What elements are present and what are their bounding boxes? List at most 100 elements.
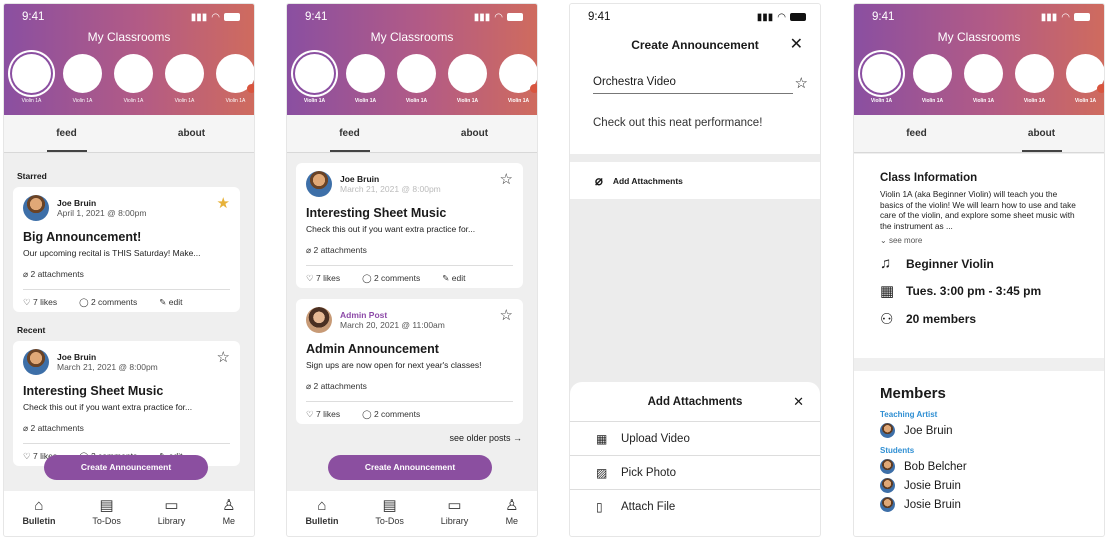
classroom-label: Violin 1A — [1023, 98, 1046, 104]
classroom-avatar[interactable]: Violin 1A — [1066, 54, 1104, 104]
like-button[interactable]: ♡ 7 likes — [23, 297, 57, 308]
screen-feed-recent: 9:41 ▮▮▮ ◠ My Classrooms Violin 1A Violin… — [287, 4, 537, 536]
nav-bulletin[interactable]: ⌂ Bulletin — [305, 496, 338, 536]
post-card[interactable]: Joe Bruin April 1, 2021 @ 8:00pm ★ Big An… — [13, 187, 240, 312]
classroom-label: Violin 1A — [405, 98, 428, 104]
signal-icon: ▮▮▮ — [1040, 11, 1058, 23]
attachments-link[interactable]: ⌀ 2 attachments — [306, 381, 513, 392]
classroom-avatar[interactable]: Violin 1A — [913, 54, 952, 104]
nav-todos[interactable]: ▤ To-Dos — [375, 496, 404, 536]
edit-button[interactable]: ✎ edit — [159, 297, 182, 308]
tab-feed[interactable]: feed — [854, 115, 979, 152]
classroom-avatar[interactable]: Violin 1A — [63, 54, 102, 104]
battery-icon — [790, 13, 806, 21]
create-announcement-button[interactable]: Create Announcement — [328, 455, 492, 480]
nav-todos[interactable]: ▤ To-Dos — [92, 496, 121, 536]
classroom-avatar[interactable]: Violin 1A — [1015, 54, 1054, 104]
attach-file-option[interactable]: ▯ Attach File — [570, 489, 820, 523]
status-time: 9:41 — [305, 11, 328, 23]
edit-button[interactable]: ✎ edit — [442, 273, 465, 284]
create-announcement-button[interactable]: Create Announcement — [44, 455, 208, 480]
classroom-label: Violin 1A — [507, 98, 530, 104]
members-count-row: ⚇ 20 members — [880, 311, 977, 328]
post-card[interactable]: Admin Post March 20, 2021 @ 11:00am ☆ Adm… — [296, 299, 523, 424]
tab-about[interactable]: about — [412, 115, 537, 152]
home-icon: ⌂ — [34, 497, 44, 514]
classroom-carousel[interactable]: Violin 1A Violin 1A Violin 1A Violin 1A … — [12, 54, 254, 104]
close-icon[interactable]: ✕ — [793, 394, 804, 410]
status-bar: 9:41 ▮▮▮ ◠ — [854, 4, 1104, 30]
see-more-link[interactable]: ⌄ see more — [880, 236, 1078, 245]
classroom-avatar[interactable]: Violin 1A — [12, 54, 51, 104]
classroom-avatar[interactable]: Violin 1A — [397, 54, 436, 104]
classroom-label: Violin 1A — [21, 98, 42, 104]
classroom-avatar[interactable]: Violin 1A — [295, 54, 334, 104]
star-icon[interactable]: ☆ — [500, 172, 513, 187]
classroom-avatar[interactable]: Violin 1A — [499, 54, 537, 104]
classroom-label: Violin 1A — [123, 98, 144, 104]
teaching-artist-label: Teaching Artist — [880, 410, 938, 419]
clipboard-icon: ▤ — [382, 497, 397, 514]
comments-button[interactable]: ◯ 2 comments — [79, 297, 137, 308]
wifi-icon: ◠ — [211, 11, 220, 23]
classroom-avatar[interactable]: Violin 1A — [346, 54, 385, 104]
nav-me[interactable]: ♙ Me — [505, 496, 518, 536]
page-title: My Classrooms — [87, 30, 171, 44]
attachments-link[interactable]: ⌀ 2 attachments — [23, 269, 230, 280]
close-icon[interactable]: ✕ — [790, 34, 803, 54]
folder-icon: ▭ — [447, 497, 462, 514]
classroom-avatar[interactable]: Violin 1A — [448, 54, 487, 104]
member-row[interactable]: Josie Bruin — [880, 478, 1078, 493]
post-date: March 20, 2021 @ 11:00am — [340, 320, 445, 330]
post-body: Check this out if you want extra practic… — [23, 402, 193, 412]
attachments-link[interactable]: ⌀ 2 attachments — [306, 245, 513, 256]
post-title: Admin Announcement — [306, 342, 439, 356]
post-card[interactable]: Joe Bruin March 21, 2021 @ 8:00pm ☆ Inter… — [13, 341, 240, 466]
comments-button[interactable]: ◯ 2 comments — [362, 409, 420, 420]
add-attachments-button[interactable]: ⌀ Add Attachments — [570, 162, 820, 199]
classroom-avatar[interactable]: Violin 1A — [216, 54, 254, 104]
classroom-carousel[interactable]: Violin 1A Violin 1A Violin 1A Violin 1A … — [295, 54, 537, 104]
post-author: Admin Post — [340, 310, 388, 320]
classroom-avatar[interactable]: Violin 1A — [964, 54, 1003, 104]
tab-about[interactable]: about — [129, 115, 254, 152]
nav-bulletin[interactable]: ⌂ Bulletin — [22, 496, 55, 536]
nav-library[interactable]: ▭ Library — [158, 496, 186, 536]
post-card[interactable]: Joe Bruin March 21, 2021 @ 8:00pm ☆ Inter… — [296, 163, 523, 288]
star-icon[interactable]: ★ — [217, 196, 230, 211]
notification-badge — [1097, 84, 1104, 93]
tab-about[interactable]: about — [979, 115, 1104, 152]
tab-feed[interactable]: feed — [287, 115, 412, 152]
page-title: My Classrooms — [937, 30, 1021, 44]
message-field[interactable]: Check out this neat performance! — [593, 117, 762, 129]
avatar — [880, 459, 895, 474]
classroom-avatar[interactable]: Violin 1A — [862, 54, 901, 104]
see-older-posts-link[interactable]: see older posts → — [449, 433, 522, 443]
comments-button[interactable]: ◯ 2 comments — [362, 273, 420, 284]
member-row[interactable]: Joe Bruin — [880, 423, 1078, 438]
feed-about-tabs: feed about — [4, 115, 254, 153]
attachments-link[interactable]: ⌀ 2 attachments — [23, 423, 230, 434]
feed-about-tabs: feed about — [854, 115, 1104, 153]
upload-video-option[interactable]: ▦ Upload Video — [570, 421, 820, 455]
classroom-avatar[interactable]: Violin 1A — [114, 54, 153, 104]
classroom-carousel[interactable]: Violin 1A Violin 1A Violin 1A Violin 1A … — [862, 54, 1104, 104]
status-bar: 9:41 ▮▮▮ ◠ — [287, 4, 537, 30]
nav-library[interactable]: ▭ Library — [441, 496, 469, 536]
nav-me[interactable]: ♙ Me — [222, 496, 235, 536]
classroom-avatar[interactable]: Violin 1A — [165, 54, 204, 104]
classroom-label: Violin 1A — [1074, 98, 1097, 104]
star-icon[interactable]: ☆ — [795, 74, 808, 92]
member-row[interactable]: Bob Belcher — [880, 459, 1078, 474]
pick-photo-option[interactable]: ▨ Pick Photo — [570, 455, 820, 489]
like-button[interactable]: ♡ 7 likes — [306, 273, 340, 284]
sheet-title: Add Attachments — [647, 396, 743, 408]
subject-field[interactable]: Orchestra Video — [593, 76, 793, 94]
like-button[interactable]: ♡ 7 likes — [306, 409, 340, 420]
starred-heading: Starred — [17, 171, 47, 181]
tab-feed[interactable]: feed — [4, 115, 129, 152]
star-icon[interactable]: ☆ — [500, 308, 513, 323]
create-form: 9:41 ▮▮▮ ◠ Create Announcement ✕ Orchestr… — [570, 4, 820, 154]
member-row[interactable]: Josie Bruin — [880, 497, 1078, 512]
star-icon[interactable]: ☆ — [217, 350, 230, 365]
